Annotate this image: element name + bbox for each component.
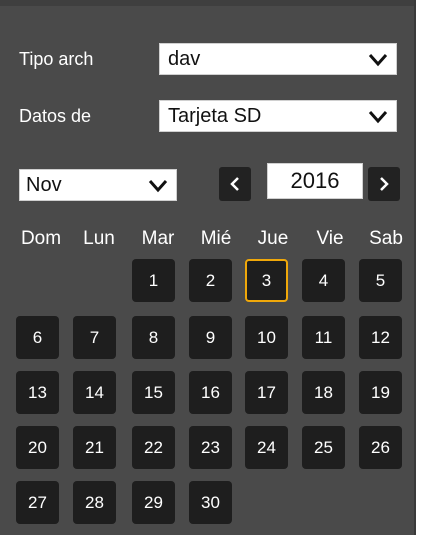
data-source-label: Datos de	[19, 106, 92, 126]
calendar-day[interactable]: 25	[302, 426, 345, 469]
weekday-label: Vie	[316, 228, 344, 249]
calendar-day[interactable]: 26	[359, 426, 402, 469]
calendar-day[interactable]: 9	[189, 316, 232, 359]
calendar-day[interactable]: 7	[73, 316, 116, 359]
weekday-label: Dom	[20, 228, 62, 249]
chevron-right-icon	[380, 177, 389, 191]
file-type-value: dav	[168, 48, 201, 70]
calendar-day[interactable]: 11	[302, 316, 345, 359]
calendar-day[interactable]: 20	[16, 426, 59, 469]
year-input[interactable]: 2016	[267, 163, 363, 199]
calendar-day[interactable]: 17	[245, 371, 288, 414]
calendar-day[interactable]: 27	[16, 481, 59, 524]
calendar-day[interactable]: 6	[16, 316, 59, 359]
calendar-day[interactable]: 15	[132, 371, 175, 414]
data-source-value: Tarjeta SD	[168, 105, 262, 127]
next-year-button[interactable]	[368, 167, 400, 201]
calendar-day[interactable]: 16	[189, 371, 232, 414]
chevron-down-icon	[368, 54, 388, 67]
calendar-day[interactable]: 2	[189, 259, 232, 302]
file-type-label: Tipo arch	[19, 49, 94, 69]
weekday-label: Lun	[83, 228, 115, 249]
search-panel: Tipo arch dav Datos de Tarjeta SD Nov 20…	[0, 0, 416, 535]
calendar-day[interactable]: 8	[132, 316, 175, 359]
calendar-day[interactable]: 29	[132, 481, 175, 524]
chevron-down-icon	[148, 180, 168, 193]
weekday-label: Jue	[257, 228, 289, 249]
calendar-day[interactable]: 23	[189, 426, 232, 469]
calendar-day-grid: 1 2 3 4 5 6 7 8 9 10 11 12 13 14 15 16 17 18 19 20 21 22 23 24 2…	[16, 259, 411, 535]
prev-year-button[interactable]	[219, 167, 251, 201]
calendar-day[interactable]: 22	[132, 426, 175, 469]
calendar-day[interactable]: 3	[245, 259, 288, 302]
file-type-select[interactable]: dav	[159, 43, 397, 75]
month-select[interactable]: Nov	[19, 169, 177, 201]
calendar-day[interactable]: 14	[73, 371, 116, 414]
calendar-day[interactable]: 4	[302, 259, 345, 302]
calendar-day[interactable]: 5	[359, 259, 402, 302]
calendar-day[interactable]: 13	[16, 371, 59, 414]
weekday-label: Mié	[200, 228, 232, 249]
weekday-label: Mar	[141, 228, 175, 249]
chevron-down-icon	[368, 111, 388, 124]
chevron-left-icon	[230, 177, 239, 191]
calendar-day[interactable]: 19	[359, 371, 402, 414]
calendar-day[interactable]: 30	[189, 481, 232, 524]
weekday-label: Sab	[369, 228, 403, 249]
data-source-select[interactable]: Tarjeta SD	[159, 100, 397, 132]
calendar-day[interactable]: 10	[245, 316, 288, 359]
panel-top-edge	[0, 0, 414, 6]
weekday-header: Dom Lun Mar Mié Jue Vie Sab	[19, 228, 411, 254]
month-value: Nov	[26, 174, 62, 196]
calendar-day[interactable]: 12	[359, 316, 402, 359]
calendar-day[interactable]: 24	[245, 426, 288, 469]
calendar-day[interactable]: 28	[73, 481, 116, 524]
calendar-day[interactable]: 1	[132, 259, 175, 302]
calendar-day[interactable]: 18	[302, 371, 345, 414]
calendar-day[interactable]: 21	[73, 426, 116, 469]
